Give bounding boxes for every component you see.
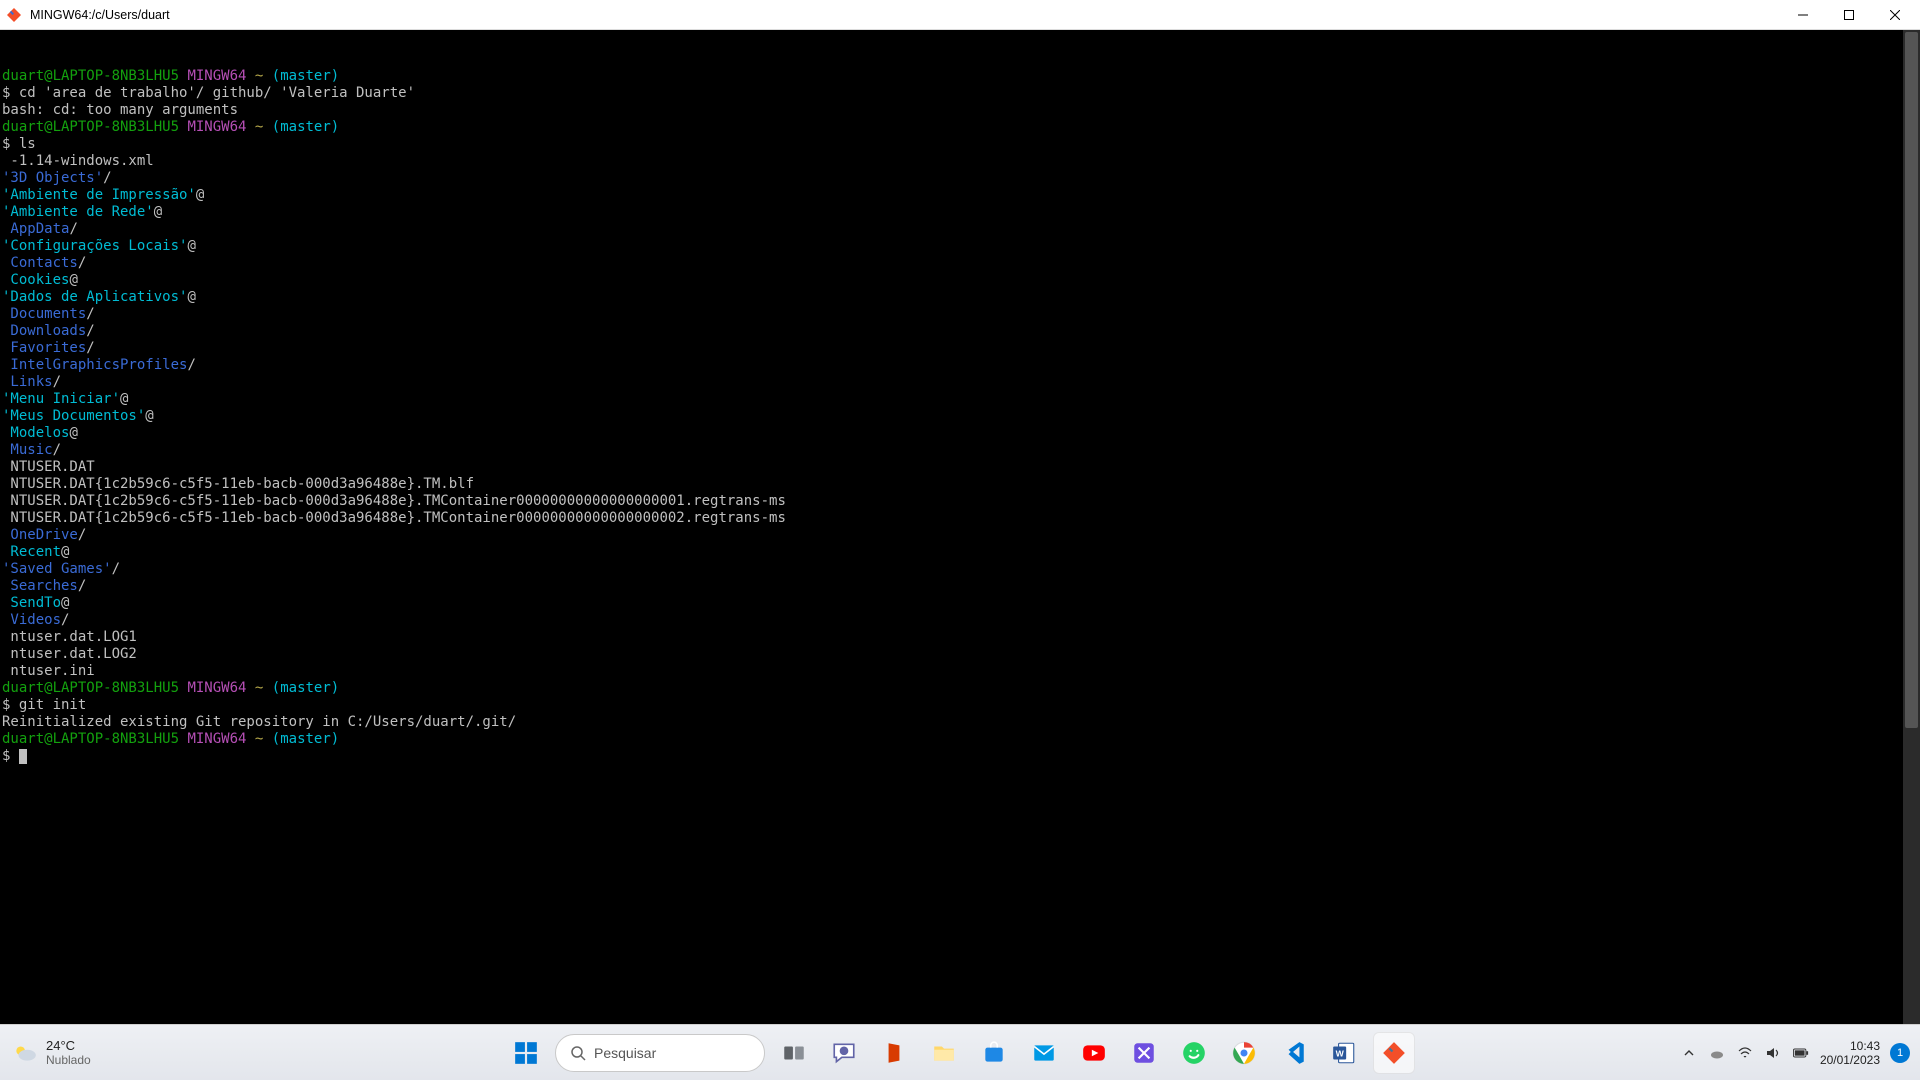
window-titlebar[interactable]: MINGW64:/c/Users/duart [0, 0, 1920, 30]
weather-temp: 24°C [46, 1039, 91, 1053]
wifi-icon[interactable] [1736, 1044, 1754, 1062]
output-line: Music/ [2, 442, 1918, 459]
output-line: 'Configurações Locais'@ [2, 238, 1918, 255]
weather-icon [12, 1040, 38, 1066]
taskbar-clock[interactable]: 10:43 20/01/2023 [1820, 1039, 1880, 1067]
output-line: 'Dados de Aplicativos'@ [2, 289, 1918, 306]
output-line: 'Ambiente de Rede'@ [2, 204, 1918, 221]
prompt-line: duart@LAPTOP-8NB3LHU5 MINGW64 ~ (master) [2, 680, 1918, 697]
maximize-button[interactable] [1826, 0, 1872, 30]
notification-badge[interactable]: 1 [1890, 1043, 1910, 1063]
output-line: Searches/ [2, 578, 1918, 595]
volume-icon[interactable] [1764, 1044, 1782, 1062]
prompt-line: duart@LAPTOP-8NB3LHU5 MINGW64 ~ (master) [2, 119, 1918, 136]
output-line: Documents/ [2, 306, 1918, 323]
output-line: Modelos@ [2, 425, 1918, 442]
output-line: bash: cd: too many arguments [2, 102, 1918, 119]
command-line: $ git init [2, 697, 1918, 714]
output-line: -1.14-windows.xml [2, 153, 1918, 170]
terminal-area[interactable]: duart@LAPTOP-8NB3LHU5 MINGW64 ~ (master)… [0, 30, 1920, 1024]
scrollbar-thumb[interactable] [1905, 32, 1918, 728]
command-line: $ cd 'area de trabalho'/ github/ 'Valeri… [2, 85, 1918, 102]
prompt-line: duart@LAPTOP-8NB3LHU5 MINGW64 ~ (master) [2, 731, 1918, 748]
output-line: NTUSER.DAT{1c2b59c6-c5f5-11eb-bacb-000d3… [2, 510, 1918, 527]
taskbar-app-chat[interactable] [823, 1032, 865, 1074]
output-line: ntuser.dat.LOG1 [2, 629, 1918, 646]
taskbar-app-git-bash[interactable] [1373, 1032, 1415, 1074]
output-line: 'Saved Games'/ [2, 561, 1918, 578]
output-line: Downloads/ [2, 323, 1918, 340]
output-line: Reinitialized existing Git repository in… [2, 714, 1918, 731]
output-line: AppData/ [2, 221, 1918, 238]
output-line: 'Meus Documentos'@ [2, 408, 1918, 425]
clock-date: 20/01/2023 [1820, 1053, 1880, 1067]
taskbar-app-word[interactable]: W [1323, 1032, 1365, 1074]
output-line: Links/ [2, 374, 1918, 391]
output-line: SendTo@ [2, 595, 1918, 612]
tray-overflow-icon[interactable] [1680, 1044, 1698, 1062]
taskbar-app-app-purple[interactable] [1123, 1032, 1165, 1074]
weather-desc: Nublado [46, 1053, 91, 1067]
close-button[interactable] [1872, 0, 1918, 30]
taskbar-app-chrome[interactable] [1223, 1032, 1265, 1074]
svg-text:W: W [1336, 1048, 1345, 1058]
taskbar-weather[interactable]: 24°C Nublado [12, 1039, 91, 1067]
taskbar-app-microsoft-store[interactable] [973, 1032, 1015, 1074]
app-icon [6, 7, 22, 23]
output-line: '3D Objects'/ [2, 170, 1918, 187]
minimize-button[interactable] [1780, 0, 1826, 30]
output-line: Contacts/ [2, 255, 1918, 272]
output-line: Recent@ [2, 544, 1918, 561]
taskbar-app-task-view[interactable] [773, 1032, 815, 1074]
command-line: $ ls [2, 136, 1918, 153]
taskbar: 24°C Nublado Pesquisar W 10:43 20/01/2023… [0, 1024, 1920, 1080]
output-line: 'Menu Iniciar'@ [2, 391, 1918, 408]
taskbar-app-office[interactable] [873, 1032, 915, 1074]
prompt-line: duart@LAPTOP-8NB3LHU5 MINGW64 ~ (master) [2, 68, 1918, 85]
taskbar-app-mail[interactable] [1023, 1032, 1065, 1074]
taskbar-app-youtube[interactable] [1073, 1032, 1115, 1074]
output-line: NTUSER.DAT [2, 459, 1918, 476]
output-line: NTUSER.DAT{1c2b59c6-c5f5-11eb-bacb-000d3… [2, 493, 1918, 510]
taskbar-app-start[interactable] [505, 1032, 547, 1074]
output-line: 'Ambiente de Impressão'@ [2, 187, 1918, 204]
onedrive-icon[interactable] [1708, 1044, 1726, 1062]
terminal-scrollbar[interactable] [1903, 30, 1920, 1024]
output-line: IntelGraphicsProfiles/ [2, 357, 1918, 374]
output-line: ntuser.dat.LOG2 [2, 646, 1918, 663]
battery-icon[interactable] [1792, 1044, 1810, 1062]
output-line: NTUSER.DAT{1c2b59c6-c5f5-11eb-bacb-000d3… [2, 476, 1918, 493]
output-line: ntuser.ini [2, 663, 1918, 680]
taskbar-app-file-explorer[interactable] [923, 1032, 965, 1074]
output-line: Videos/ [2, 612, 1918, 629]
clock-time: 10:43 [1820, 1039, 1880, 1053]
taskbar-app-vscode[interactable] [1273, 1032, 1315, 1074]
output-line: Cookies@ [2, 272, 1918, 289]
output-line: Favorites/ [2, 340, 1918, 357]
window-title: MINGW64:/c/Users/duart [30, 8, 170, 22]
command-line: $ [2, 748, 1918, 765]
terminal-cursor [19, 749, 27, 764]
taskbar-search[interactable]: Pesquisar [555, 1034, 765, 1072]
taskbar-app-whatsapp[interactable] [1173, 1032, 1215, 1074]
taskbar-search-placeholder: Pesquisar [594, 1045, 656, 1061]
output-line: OneDrive/ [2, 527, 1918, 544]
